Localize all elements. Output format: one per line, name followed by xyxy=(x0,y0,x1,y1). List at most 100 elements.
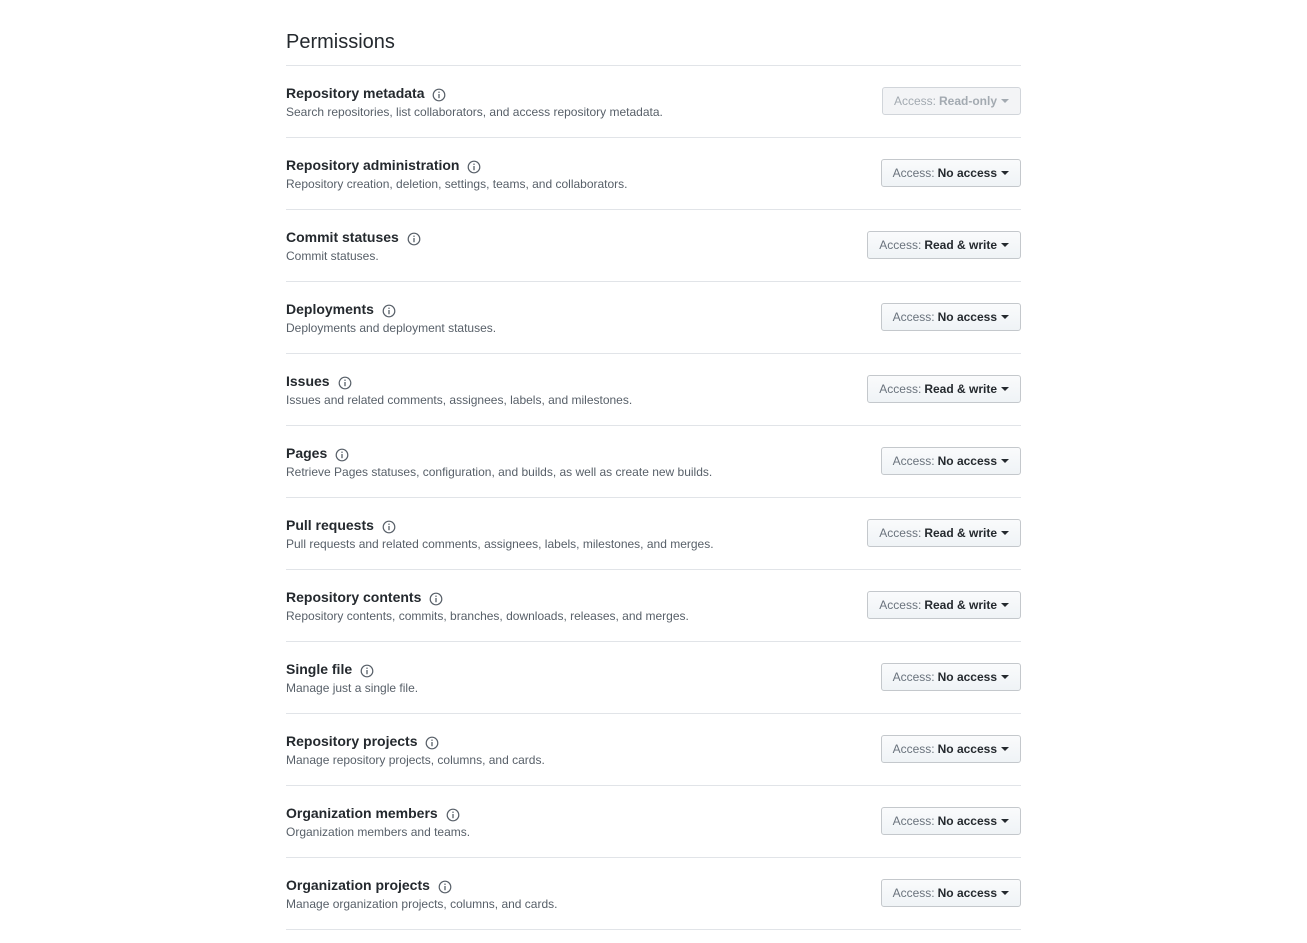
caret-down-icon xyxy=(1001,891,1009,895)
permission-row-repository-projects: Repository projects Manage repository pr… xyxy=(286,714,1021,786)
access-select-pages[interactable]: Access: No access xyxy=(880,447,1021,475)
info-icon[interactable] xyxy=(360,664,374,678)
access-value: No access xyxy=(937,670,997,684)
access-label: Access: xyxy=(892,166,935,180)
permission-title-line: Repository contents xyxy=(286,588,443,606)
permission-title-line: Repository projects xyxy=(286,732,439,750)
permission-title: Commit statuses xyxy=(286,229,399,245)
info-icon[interactable] xyxy=(335,448,349,462)
access-select-repository-administration[interactable]: Access: No access xyxy=(880,159,1021,187)
permission-description: Repository creation, deletion, settings,… xyxy=(286,177,628,191)
info-icon[interactable] xyxy=(429,592,443,606)
caret-down-icon xyxy=(1001,243,1009,247)
access-select-single-file[interactable]: Access: No access xyxy=(880,663,1021,691)
access-value: No access xyxy=(937,310,997,324)
permission-title-line: Repository administration xyxy=(286,156,481,174)
permission-title: Deployments xyxy=(286,301,374,317)
info-icon[interactable] xyxy=(438,880,452,894)
access-label: Access: xyxy=(892,310,935,324)
access-label: Access: xyxy=(892,670,935,684)
permission-title: Single file xyxy=(286,661,353,677)
permission-title-line: Commit statuses xyxy=(286,228,421,246)
caret-down-icon xyxy=(1001,99,1009,103)
permission-title-line: Deployments xyxy=(286,300,396,318)
permission-description: Commit statuses. xyxy=(286,249,379,263)
access-value: Read & write xyxy=(924,382,997,396)
permission-title-line: Organization members xyxy=(286,804,460,822)
access-select-organization-projects[interactable]: Access: No access xyxy=(880,879,1021,907)
access-label: Access: xyxy=(879,382,922,396)
permission-title-line: Issues xyxy=(286,372,352,390)
permission-row-pull-requests: Pull requests Pull requests and related … xyxy=(286,498,1021,570)
access-value: No access xyxy=(937,454,997,468)
info-icon[interactable] xyxy=(338,376,352,390)
permission-title: Issues xyxy=(286,373,330,389)
permission-title-line: Repository metadata xyxy=(286,84,446,102)
permission-title: Pull requests xyxy=(286,517,374,533)
access-select-organization-members[interactable]: Access: No access xyxy=(880,807,1021,835)
permissions-list: Repository metadata Search repositories,… xyxy=(286,66,1021,930)
access-select-commit-statuses[interactable]: Access: Read & write xyxy=(867,231,1021,259)
access-value: Read & write xyxy=(924,526,997,540)
permission-row-repository-administration: Repository administration Repository cre… xyxy=(286,138,1021,210)
info-icon[interactable] xyxy=(432,88,446,102)
access-value: Read & write xyxy=(924,598,997,612)
access-label: Access: xyxy=(892,886,935,900)
permission-row-organization-projects: Organization projects Manage organizatio… xyxy=(286,858,1021,930)
permission-description: Organization members and teams. xyxy=(286,825,471,839)
permission-title: Pages xyxy=(286,445,328,461)
permission-row-issues: Issues Issues and related comments, assi… xyxy=(286,354,1021,426)
info-icon[interactable] xyxy=(382,520,396,534)
access-select-pull-requests[interactable]: Access: Read & write xyxy=(867,519,1021,547)
info-icon[interactable] xyxy=(382,304,396,318)
permission-row-pages: Pages Retrieve Pages statuses, configura… xyxy=(286,426,1021,498)
access-select-deployments[interactable]: Access: No access xyxy=(880,303,1021,331)
permission-title: Repository administration xyxy=(286,157,460,173)
permission-description: Retrieve Pages statuses, configuration, … xyxy=(286,465,713,479)
access-label: Access: xyxy=(892,814,935,828)
access-label: Access: xyxy=(892,742,935,756)
info-icon[interactable] xyxy=(407,232,421,246)
permission-title-line: Pull requests xyxy=(286,516,396,534)
access-select-issues[interactable]: Access: Read & write xyxy=(867,375,1021,403)
access-label: Access: xyxy=(879,598,922,612)
access-value: No access xyxy=(937,814,997,828)
access-select-repository-projects[interactable]: Access: No access xyxy=(880,735,1021,763)
permission-description: Manage repository projects, columns, and… xyxy=(286,753,545,767)
access-value: No access xyxy=(937,166,997,180)
permission-title-line: Single file xyxy=(286,660,374,678)
caret-down-icon xyxy=(1001,459,1009,463)
page-title: Permissions xyxy=(286,0,1021,66)
access-label: Access: xyxy=(892,454,935,468)
info-icon[interactable] xyxy=(425,736,439,750)
permission-description: Manage organization projects, columns, a… xyxy=(286,897,558,911)
permission-row-repository-contents: Repository contents Repository contents,… xyxy=(286,570,1021,642)
permission-description: Issues and related comments, assignees, … xyxy=(286,393,633,407)
access-select-repository-contents[interactable]: Access: Read & write xyxy=(867,591,1021,619)
access-label: Access: xyxy=(879,238,922,252)
caret-down-icon xyxy=(1001,387,1009,391)
permission-description: Deployments and deployment statuses. xyxy=(286,321,497,335)
caret-down-icon xyxy=(1001,531,1009,535)
info-icon[interactable] xyxy=(467,160,481,174)
caret-down-icon xyxy=(1001,315,1009,319)
permission-description: Manage just a single file. xyxy=(286,681,419,695)
caret-down-icon xyxy=(1001,675,1009,679)
permission-title: Repository contents xyxy=(286,589,422,605)
access-label: Access: xyxy=(893,94,936,108)
access-select-repository-metadata: Access: Read-only xyxy=(881,87,1021,115)
permission-row-repository-metadata: Repository metadata Search repositories,… xyxy=(286,66,1021,138)
caret-down-icon xyxy=(1001,819,1009,823)
permission-title: Organization projects xyxy=(286,877,430,893)
permission-title-line: Pages xyxy=(286,444,349,462)
info-icon[interactable] xyxy=(446,808,460,822)
permission-title-line: Organization projects xyxy=(286,876,452,894)
permission-title: Organization members xyxy=(286,805,438,821)
permission-row-single-file: Single file Manage just a single file. A… xyxy=(286,642,1021,714)
access-value: No access xyxy=(937,742,997,756)
permission-row-deployments: Deployments Deployments and deployment s… xyxy=(286,282,1021,354)
permission-description: Repository contents, commits, branches, … xyxy=(286,609,689,623)
access-label: Access: xyxy=(879,526,922,540)
permission-row-commit-statuses: Commit statuses Commit statuses. Access:… xyxy=(286,210,1021,282)
access-value: No access xyxy=(937,886,997,900)
